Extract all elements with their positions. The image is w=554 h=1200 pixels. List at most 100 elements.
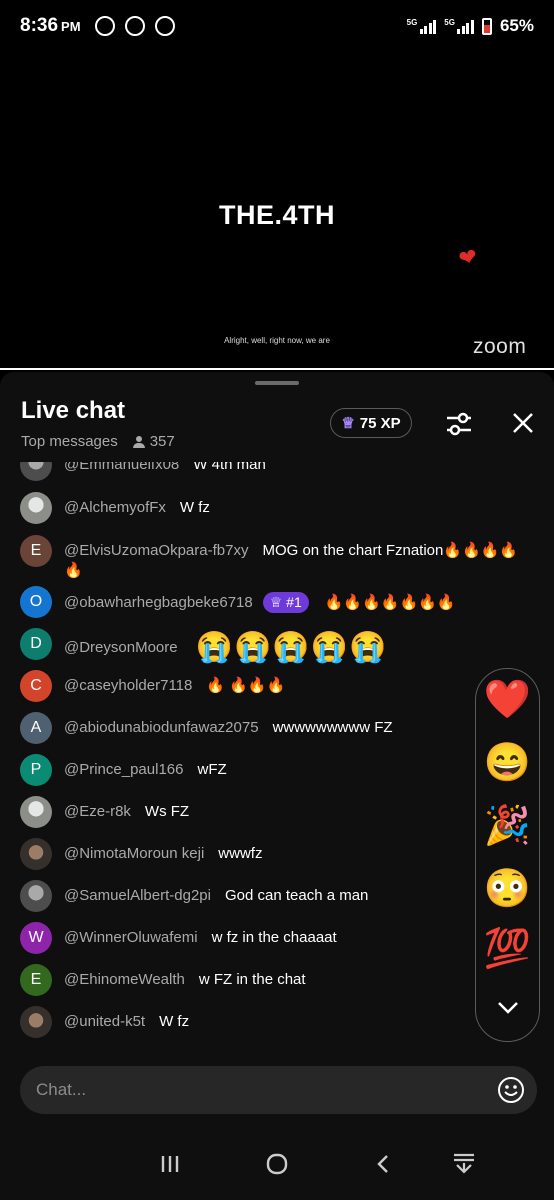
zoom-logo: zoom <box>473 335 527 358</box>
avatar[interactable]: O <box>20 586 52 618</box>
message-text: 🔥 🔥🔥🔥 <box>206 677 286 694</box>
grin-reaction-icon[interactable]: 😄 <box>476 741 539 785</box>
message-text: 🔥🔥🔥🔥🔥🔥🔥 <box>324 594 456 611</box>
message-author[interactable]: @abiodunabiodunfawaz2075 <box>64 719 259 736</box>
avatar[interactable] <box>20 796 52 828</box>
avatar[interactable]: C <box>20 670 52 702</box>
message-text: 😭😭😭😭😭 <box>195 631 388 664</box>
chat-message[interactable]: @SamuelAlbert-dg2pi God can teach a man <box>20 880 534 912</box>
message-author[interactable]: @DreysonMoore <box>64 639 178 656</box>
message-author[interactable]: @SamuelAlbert-dg2pi <box>64 887 211 904</box>
message-text: Ws FZ <box>144 803 190 820</box>
video-player[interactable]: THE.4TH ❤ Alright, well, right now, we a… <box>0 52 554 368</box>
chat-message[interactable]: P @Prince_paul166 wFZ <box>20 754 534 786</box>
chat-message[interactable]: C @caseyholder7118 🔥 🔥🔥🔥 <box>20 670 534 702</box>
message-text: wwwfz <box>218 845 263 862</box>
avatar[interactable] <box>20 492 52 524</box>
signal-icon-2: 5G <box>444 18 474 34</box>
message-author[interactable]: @WinnerOluwafemi <box>64 929 198 946</box>
close-icon[interactable] <box>510 410 536 436</box>
avatar[interactable] <box>20 1006 52 1038</box>
chat-title: Live chat <box>21 397 126 424</box>
message-author[interactable]: @obawharhegbagbeke6718 <box>64 594 253 611</box>
signal-icon: 5G <box>407 18 437 34</box>
xp-badge[interactable]: ♕ 75 XP <box>330 408 412 438</box>
chat-mode-label: Top messages <box>21 433 118 450</box>
avatar[interactable] <box>20 462 52 481</box>
message-text: W fz <box>159 1013 190 1030</box>
chat-message-list[interactable]: @Emmanuelfx08 W 4th man @AlchemyofFx W fz … <box>0 462 554 1047</box>
party-reaction-icon[interactable]: 🎉 <box>476 804 539 848</box>
message-author[interactable]: @united-k5t <box>64 1013 145 1030</box>
system-navigation-bar <box>0 1130 554 1200</box>
back-icon[interactable] <box>368 1151 398 1177</box>
message-author[interactable]: @Prince_paul166 <box>64 761 183 778</box>
message-text: w FZ in the chat <box>198 971 306 988</box>
message-author[interactable]: @NimotaMoroun keji <box>64 845 204 862</box>
chat-message[interactable]: @Emmanuelfx08 W 4th man <box>20 462 534 481</box>
heart-icon: ❤ <box>455 243 481 272</box>
message-author[interactable]: @Emmanuelfx08 <box>64 462 179 473</box>
message-text: w fz in the chaaaat <box>211 929 337 946</box>
message-text: wwwwwwwww FZ <box>272 719 393 736</box>
avatar[interactable]: W <box>20 922 52 954</box>
avatar[interactable] <box>20 880 52 912</box>
message-author[interactable]: @EhinomeWealth <box>64 971 185 988</box>
chat-message[interactable]: W @WinnerOluwafemi w fz in the chaaaat <box>20 922 534 954</box>
message-author[interactable]: @ElvisUzomaOkpara-fb7xy <box>64 542 248 559</box>
hundred-reaction-icon[interactable]: 💯 <box>476 927 539 971</box>
filter-settings-icon[interactable] <box>445 410 473 438</box>
avatar[interactable]: P <box>20 754 52 786</box>
recent-apps-icon[interactable] <box>155 1151 185 1177</box>
chat-input[interactable] <box>20 1066 480 1114</box>
chat-message[interactable]: @united-k5t W fz <box>20 1006 534 1038</box>
status-bar: 8:36 PM 5G 5G 65% <box>0 0 554 52</box>
video-title-text: THE.4TH <box>218 200 335 230</box>
viewer-count: 357 <box>149 433 175 450</box>
battery-percent: 65% <box>499 16 534 35</box>
chevron-down-icon[interactable] <box>497 1001 519 1015</box>
message-text: wFZ <box>197 761 227 778</box>
chrome-icon <box>124 16 145 36</box>
status-time: 8:36 PM <box>20 15 81 36</box>
chat-message[interactable]: @Eze-r8k Ws FZ <box>20 796 534 828</box>
status-indicators: 5G 5G 65% <box>407 16 534 36</box>
message-text: MOG on the chart Fznation🔥🔥🔥🔥 <box>262 542 519 559</box>
avatar[interactable]: D <box>20 628 52 660</box>
notification-icons <box>94 16 175 36</box>
crown-icon: ♕ <box>341 415 355 432</box>
video-progress-bar[interactable] <box>0 368 554 370</box>
message-text: God can teach a man <box>224 887 369 904</box>
chat-message[interactable]: @NimotaMoroun keji wwwfz <box>20 838 534 870</box>
avatar[interactable]: E <box>20 964 52 996</box>
chat-message[interactable]: E @ElvisUzomaOkpara-fb7xy MOG on the char… <box>20 535 534 581</box>
reactions-picker: ❤️ 😄 🎉 😳 💯 <box>475 668 540 1042</box>
whatsapp-icon <box>94 16 115 36</box>
chat-mode-selector[interactable]: Top messages 357 <box>21 433 175 450</box>
message-text-continued: 🔥 <box>64 562 83 579</box>
drag-handle[interactable] <box>255 381 299 385</box>
battery-icon <box>481 17 492 35</box>
hide-keyboard-icon[interactable] <box>449 1151 479 1177</box>
emoji-icon[interactable] <box>497 1076 525 1104</box>
avatar[interactable]: E <box>20 535 52 567</box>
message-author[interactable]: @AlchemyofFx <box>64 499 166 516</box>
rank-badge[interactable]: ♕ #1 <box>262 592 309 613</box>
heart-reaction-icon[interactable]: ❤️ <box>476 678 539 722</box>
app-notification-icon <box>154 16 175 36</box>
xp-label: 75 XP <box>359 414 401 432</box>
chat-message[interactable]: A @abiodunabiodunfawaz2075 wwwwwwwww FZ <box>20 712 534 744</box>
chat-message[interactable]: E @EhinomeWealth w FZ in the chat <box>20 964 534 996</box>
message-author[interactable]: @caseyholder7118 <box>64 677 192 694</box>
chat-message[interactable]: D @DreysonMoore 😭😭😭😭😭 <box>20 628 534 664</box>
avatar[interactable] <box>20 838 52 870</box>
flushed-reaction-icon[interactable]: 😳 <box>476 867 539 911</box>
home-icon[interactable] <box>262 1151 292 1177</box>
viewers-icon <box>132 435 145 448</box>
chat-message[interactable]: @AlchemyofFx W fz <box>20 492 534 524</box>
video-caption: Alright, well, right now, we are <box>224 336 330 345</box>
live-chat-panel: Live chat Top messages 357 ♕ 75 XP @Emma… <box>0 372 554 1130</box>
message-author[interactable]: @Eze-r8k <box>64 803 131 820</box>
avatar[interactable]: A <box>20 712 52 744</box>
chat-message[interactable]: O @obawharhegbagbeke6718 ♕ #1 🔥🔥🔥🔥🔥🔥🔥 <box>20 586 534 618</box>
